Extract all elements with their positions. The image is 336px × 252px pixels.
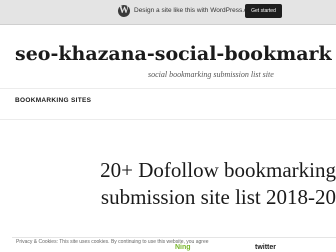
post-title-line-1[interactable]: 20+ Dofollow bookmarking (0, 157, 336, 183)
wordpress-promo-bar: W Design a site like this with WordPress… (0, 0, 336, 25)
site-title[interactable]: seo-khazana-social-bookmark (15, 43, 332, 65)
promo-text[interactable]: Design a site like this with WordPress.c… (134, 6, 256, 16)
cookie-notice: Privacy & Cookies: This site uses cookie… (12, 237, 336, 252)
ning-thumbnail: Ning (175, 244, 191, 251)
wordpress-logo-icon: W (118, 5, 130, 17)
nav-item-bookmarking-sites[interactable]: BOOKMARKING SITES (15, 97, 91, 104)
get-started-button[interactable]: Get started (245, 4, 282, 18)
site-tagline: social bookmarking submission list site (148, 70, 274, 79)
twitter-thumbnail: twitter (255, 244, 276, 251)
nav-divider (0, 119, 336, 120)
post-title-line-2[interactable]: submission site list 2018-20 (0, 184, 336, 210)
header-divider (0, 88, 336, 89)
